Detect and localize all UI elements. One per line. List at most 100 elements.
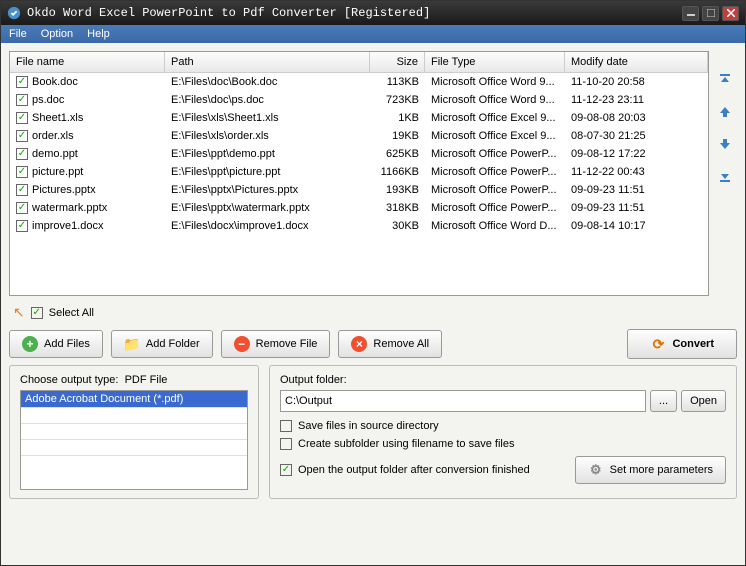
cell-size: 193KB (370, 182, 425, 198)
table-row[interactable]: ✓demo.pptE:\Files\ppt\demo.ppt625KBMicro… (10, 145, 708, 163)
cell-date: 09-08-14 10:17 (565, 218, 708, 234)
x-icon: × (351, 336, 367, 352)
cell-date: 11-10-20 20:58 (565, 74, 708, 90)
cell-date: 09-09-23 11:51 (565, 200, 708, 216)
row-checkbox[interactable]: ✓ (16, 202, 28, 214)
cell-path: E:\Files\xls\Sheet1.xls (165, 110, 370, 126)
header-filename[interactable]: File name (10, 52, 165, 72)
menubar: File Option Help (1, 25, 745, 43)
cell-path: E:\Files\doc\Book.doc (165, 74, 370, 90)
set-more-parameters-button[interactable]: ⚙Set more parameters (575, 456, 726, 484)
table-row[interactable]: ✓Book.docE:\Files\doc\Book.doc113KBMicro… (10, 73, 708, 91)
cell-size: 723KB (370, 92, 425, 108)
reorder-buttons (713, 51, 737, 296)
file-list: File name Path Size File Type Modify dat… (9, 51, 709, 296)
output-type-list[interactable]: Adobe Acrobat Document (*.pdf) (20, 390, 248, 490)
cell-filename: Book.doc (32, 76, 78, 88)
row-checkbox[interactable]: ✓ (16, 130, 28, 142)
cell-size: 318KB (370, 200, 425, 216)
row-checkbox[interactable]: ✓ (16, 148, 28, 160)
select-all-row: ↖ ✓ Select All (9, 302, 737, 323)
remove-file-button[interactable]: −Remove File (221, 330, 331, 358)
output-folder-panel: Output folder: ... Open ✓Save files in s… (269, 365, 737, 499)
up-arrow-icon: ↖ (13, 304, 25, 321)
table-row[interactable]: ✓order.xlsE:\Files\xls\order.xls19KBMicr… (10, 127, 708, 145)
toolbar: +Add Files 📁Add Folder −Remove File ×Rem… (9, 329, 737, 359)
close-button[interactable] (722, 6, 739, 21)
cell-date: 08-07-30 21:25 (565, 128, 708, 144)
cell-filename: picture.ppt (32, 166, 83, 178)
move-down-button[interactable] (716, 135, 734, 153)
cell-type: Microsoft Office PowerP... (425, 200, 565, 216)
app-window: Okdo Word Excel PowerPoint to Pdf Conver… (0, 0, 746, 566)
cell-path: E:\Files\ppt\demo.ppt (165, 146, 370, 162)
select-all-checkbox[interactable]: ✓ (31, 307, 43, 319)
header-filetype[interactable]: File Type (425, 52, 565, 72)
file-list-header: File name Path Size File Type Modify dat… (10, 52, 708, 73)
cell-date: 11-12-22 00:43 (565, 164, 708, 180)
convert-icon: ⟳ (650, 336, 666, 352)
table-row[interactable]: ✓Sheet1.xlsE:\Files\xls\Sheet1.xls1KBMic… (10, 109, 708, 127)
window-title: Okdo Word Excel PowerPoint to Pdf Conver… (27, 6, 682, 20)
add-folder-button[interactable]: 📁Add Folder (111, 330, 213, 358)
cell-date: 09-08-12 17:22 (565, 146, 708, 162)
cell-path: E:\Files\docx\improve1.docx (165, 218, 370, 234)
cell-path: E:\Files\pptx\watermark.pptx (165, 200, 370, 216)
row-checkbox[interactable]: ✓ (16, 166, 28, 178)
open-after-label: Open the output folder after conversion … (298, 464, 530, 476)
move-bottom-button[interactable] (716, 167, 734, 185)
select-all-label: Select All (49, 307, 94, 319)
cell-size: 1KB (370, 110, 425, 126)
header-path[interactable]: Path (165, 52, 370, 72)
cell-size: 19KB (370, 128, 425, 144)
minus-icon: − (234, 336, 250, 352)
cell-filename: demo.ppt (32, 148, 78, 160)
menu-help[interactable]: Help (87, 28, 110, 40)
minimize-button[interactable] (682, 6, 699, 21)
open-folder-button[interactable]: Open (681, 390, 726, 412)
save-source-label: Save files in source directory (298, 420, 439, 432)
table-row[interactable]: ✓Pictures.pptxE:\Files\pptx\Pictures.ppt… (10, 181, 708, 199)
app-icon (7, 6, 21, 20)
cell-type: Microsoft Office PowerP... (425, 146, 565, 162)
open-after-checkbox[interactable]: ✓ (280, 464, 292, 476)
row-checkbox[interactable]: ✓ (16, 112, 28, 124)
move-up-button[interactable] (716, 103, 734, 121)
move-top-button[interactable] (716, 71, 734, 89)
table-row[interactable]: ✓picture.pptE:\Files\ppt\picture.ppt1166… (10, 163, 708, 181)
header-modifydate[interactable]: Modify date (565, 52, 708, 72)
cell-date: 09-09-23 11:51 (565, 182, 708, 198)
browse-button[interactable]: ... (650, 390, 677, 412)
menu-option[interactable]: Option (41, 28, 73, 40)
cell-size: 113KB (370, 74, 425, 90)
row-checkbox[interactable]: ✓ (16, 220, 28, 232)
save-source-checkbox[interactable]: ✓ (280, 420, 292, 432)
output-folder-input[interactable] (280, 390, 646, 412)
create-subfolder-checkbox[interactable]: ✓ (280, 438, 292, 450)
menu-file[interactable]: File (9, 28, 27, 40)
convert-button[interactable]: ⟳Convert (627, 329, 737, 359)
cell-filename: ps.doc (32, 94, 64, 106)
cell-filename: improve1.docx (32, 220, 104, 232)
cell-size: 30KB (370, 218, 425, 234)
content: File name Path Size File Type Modify dat… (1, 43, 745, 565)
cell-date: 09-08-08 20:03 (565, 110, 708, 126)
titlebar: Okdo Word Excel PowerPoint to Pdf Conver… (1, 1, 745, 25)
remove-all-button[interactable]: ×Remove All (338, 330, 442, 358)
table-row[interactable]: ✓ps.docE:\Files\doc\ps.doc723KBMicrosoft… (10, 91, 708, 109)
header-size[interactable]: Size (370, 52, 425, 72)
row-checkbox[interactable]: ✓ (16, 94, 28, 106)
plus-icon: + (22, 336, 38, 352)
cell-date: 11-12-23 23:11 (565, 92, 708, 108)
table-row[interactable]: ✓watermark.pptxE:\Files\pptx\watermark.p… (10, 199, 708, 217)
table-row[interactable]: ✓ improve1.docx E:\Files\docx\improve1.doc… (10, 217, 708, 235)
add-files-button[interactable]: +Add Files (9, 330, 103, 358)
gear-icon: ⚙ (588, 462, 604, 478)
row-checkbox[interactable]: ✓ (16, 184, 28, 196)
output-type-selected[interactable]: Adobe Acrobat Document (*.pdf) (21, 391, 247, 407)
row-checkbox[interactable]: ✓ (16, 76, 28, 88)
folder-icon: 📁 (124, 336, 140, 352)
cell-filename: order.xls (32, 130, 74, 142)
cell-type: Microsoft Office Excel 9... (425, 110, 565, 126)
maximize-button[interactable] (702, 6, 719, 21)
